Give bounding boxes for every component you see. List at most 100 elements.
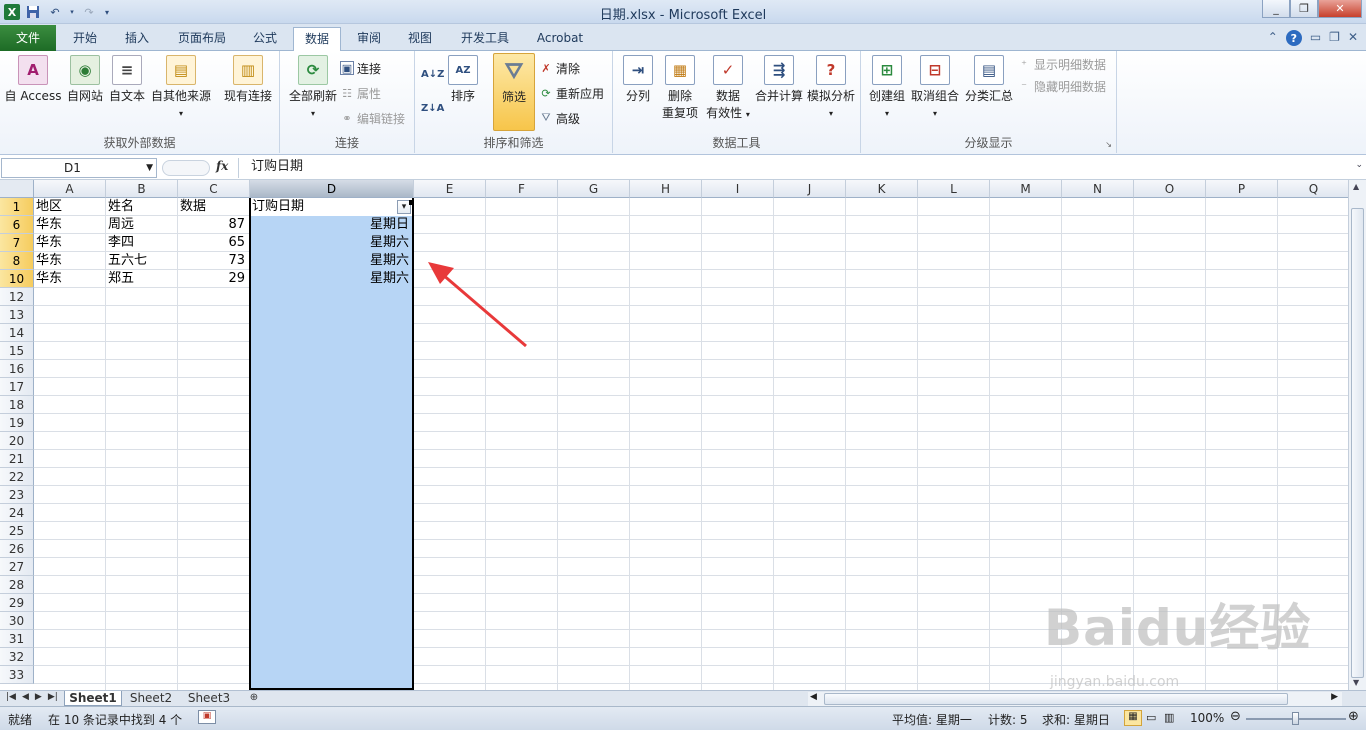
sort-descending-icon[interactable]: Z↓A xyxy=(421,99,444,117)
name-box-dropdown-icon[interactable]: ▼ xyxy=(146,159,153,177)
cell-c8[interactable]: 73 xyxy=(180,252,248,270)
expand-formula-bar-icon[interactable]: ⌄ xyxy=(1355,160,1363,170)
tab-acrobat[interactable]: Acrobat xyxy=(526,27,594,51)
row-header-16[interactable]: 16 xyxy=(0,360,34,378)
row-header-24[interactable]: 24 xyxy=(0,504,34,522)
zoom-slider-thumb[interactable] xyxy=(1292,712,1299,725)
zoom-in-icon[interactable]: ⊕ xyxy=(1348,709,1359,724)
row-header-18[interactable]: 18 xyxy=(0,396,34,414)
column-header-g[interactable]: G xyxy=(558,180,630,198)
row-header-29[interactable]: 29 xyxy=(0,594,34,612)
next-sheet-icon[interactable]: ▶ xyxy=(35,692,42,702)
column-header-p[interactable]: P xyxy=(1206,180,1278,198)
row-header-12[interactable]: 12 xyxy=(0,288,34,306)
horizontal-scrollbar[interactable]: ◀ ▶ xyxy=(808,692,1342,706)
tab-insert[interactable]: 插入 xyxy=(112,27,162,51)
row-header-13[interactable]: 13 xyxy=(0,306,34,324)
column-header-f[interactable]: F xyxy=(486,180,558,198)
row-header-15[interactable]: 15 xyxy=(0,342,34,360)
cell-a10[interactable]: 华东 xyxy=(36,270,104,288)
reapply-button[interactable]: ⟳ 重新应用 xyxy=(539,84,604,102)
cell-b7[interactable]: 李四 xyxy=(108,234,176,252)
scroll-right-icon[interactable]: ▶ xyxy=(1331,692,1338,702)
page-layout-view-icon[interactable]: ▭ xyxy=(1146,711,1156,724)
vertical-scrollbar[interactable]: ▲ ▼ xyxy=(1348,180,1366,690)
cell-c6[interactable]: 87 xyxy=(180,216,248,234)
what-if-button[interactable]: ? 模拟分析 ▾ xyxy=(805,55,857,122)
tab-page-layout[interactable]: 页面布局 xyxy=(166,27,238,51)
row-header-6[interactable]: 6 xyxy=(0,216,34,234)
row-header-33[interactable]: 33 xyxy=(0,666,34,684)
text-to-columns-button[interactable]: ⇥ 分列 xyxy=(619,55,657,105)
dialog-launcher-icon[interactable]: ↘ xyxy=(1105,140,1112,149)
doc-minimize-icon[interactable]: ▭ xyxy=(1310,30,1321,46)
row-header-17[interactable]: 17 xyxy=(0,378,34,396)
column-header-k[interactable]: K xyxy=(846,180,918,198)
column-header-h[interactable]: H xyxy=(630,180,702,198)
from-access-button[interactable]: A 自 Access xyxy=(4,55,62,105)
row-header-21[interactable]: 21 xyxy=(0,450,34,468)
cell-a7[interactable]: 华东 xyxy=(36,234,104,252)
column-header-a[interactable]: A xyxy=(34,180,106,198)
column-header-i[interactable]: I xyxy=(702,180,774,198)
column-header-l[interactable]: L xyxy=(918,180,990,198)
macro-record-icon[interactable]: ▣ xyxy=(198,710,216,724)
first-sheet-icon[interactable]: |◀ xyxy=(6,692,16,702)
horizontal-scroll-thumb[interactable] xyxy=(824,693,1288,705)
cell-b8[interactable]: 五六七 xyxy=(108,252,176,270)
column-header-b[interactable]: B xyxy=(106,180,178,198)
connections-button[interactable]: ▣ 连接 xyxy=(340,59,381,77)
prev-sheet-icon[interactable]: ◀ xyxy=(22,692,29,702)
column-header-d[interactable]: D xyxy=(250,180,414,198)
sort-ascending-icon[interactable]: A↓Z xyxy=(421,65,444,83)
cell-a6[interactable]: 华东 xyxy=(36,216,104,234)
tab-data[interactable]: 数据 xyxy=(293,27,341,51)
tab-review[interactable]: 审阅 xyxy=(346,27,392,51)
row-header-20[interactable]: 20 xyxy=(0,432,34,450)
help-icon[interactable]: ? xyxy=(1285,30,1302,46)
cell-c7[interactable]: 65 xyxy=(180,234,248,252)
column-header-m[interactable]: M xyxy=(990,180,1062,198)
tab-view[interactable]: 视图 xyxy=(397,27,443,51)
doc-restore-icon[interactable]: ❐ xyxy=(1329,30,1340,46)
sheet-tab-sheet1[interactable]: Sheet1 xyxy=(64,691,122,706)
column-header-j[interactable]: J xyxy=(774,180,846,198)
row-header-30[interactable]: 30 xyxy=(0,612,34,630)
vertical-scroll-thumb[interactable] xyxy=(1351,208,1364,678)
collapse-ribbon-icon[interactable]: ⌃ xyxy=(1268,30,1278,46)
cell-a1[interactable]: 地区 xyxy=(36,198,104,216)
name-box[interactable]: D1 ▼ xyxy=(1,158,157,178)
zoom-out-icon[interactable]: ⊖ xyxy=(1230,709,1241,724)
advanced-filter-button[interactable]: ⛛ 高级 xyxy=(539,109,580,127)
column-header-e[interactable]: E xyxy=(414,180,486,198)
edit-links-button[interactable]: ⚭ 编辑链接 xyxy=(340,109,405,127)
page-break-view-icon[interactable]: ▥ xyxy=(1164,711,1174,724)
scroll-down-icon[interactable]: ▼ xyxy=(1353,678,1359,687)
existing-connections-button[interactable]: ▥ 现有连接 xyxy=(220,55,276,105)
ungroup-button[interactable]: ⊟ 取消组合 ▾ xyxy=(909,55,961,122)
row-header-14[interactable]: 14 xyxy=(0,324,34,342)
column-header-n[interactable]: N xyxy=(1062,180,1134,198)
insert-function-button[interactable]: fx xyxy=(216,159,228,173)
tab-home[interactable]: 开始 xyxy=(60,27,110,51)
row-header-26[interactable]: 26 xyxy=(0,540,34,558)
consolidate-button[interactable]: ⇶ 合并计算 xyxy=(753,55,805,105)
column-header-o[interactable]: O xyxy=(1134,180,1206,198)
maximize-button[interactable]: ❐ xyxy=(1290,0,1318,18)
row-header-32[interactable]: 32 xyxy=(0,648,34,666)
row-header-7[interactable]: 7 xyxy=(0,234,34,252)
formula-input[interactable]: 订购日期 xyxy=(238,158,1348,178)
tab-formulas[interactable]: 公式 xyxy=(242,27,288,51)
column-header-c[interactable]: C xyxy=(178,180,250,198)
refresh-all-button[interactable]: ⟳ 全部刷新 ▾ xyxy=(284,55,342,122)
row-header-31[interactable]: 31 xyxy=(0,630,34,648)
properties-button[interactable]: ☷ 属性 xyxy=(340,84,381,102)
from-text-button[interactable]: ≡ 自文本 xyxy=(106,55,148,105)
minimize-button[interactable]: _ xyxy=(1262,0,1290,18)
row-header-19[interactable]: 19 xyxy=(0,414,34,432)
row-header-22[interactable]: 22 xyxy=(0,468,34,486)
from-other-sources-button[interactable]: ▤ 自其他来源 ▾ xyxy=(148,55,214,122)
zoom-level[interactable]: 100% xyxy=(1190,711,1224,725)
doc-close-icon[interactable]: ✕ xyxy=(1348,30,1358,46)
close-button[interactable]: ✕ xyxy=(1318,0,1362,18)
